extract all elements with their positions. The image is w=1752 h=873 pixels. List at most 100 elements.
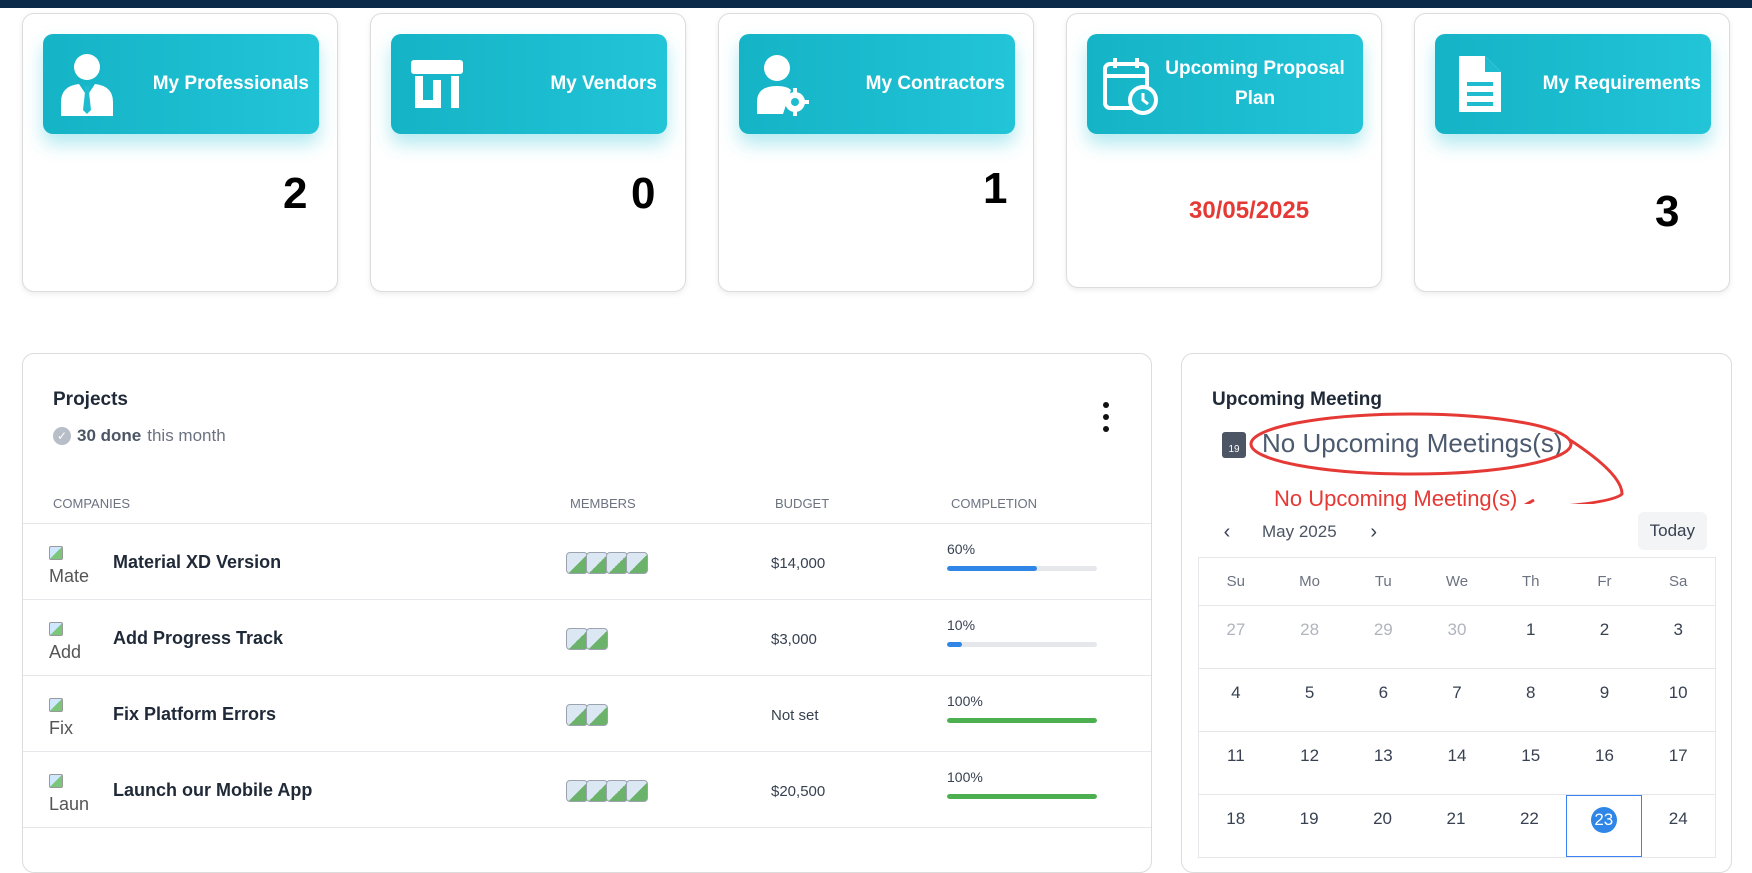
project-budget: Not set	[771, 707, 819, 724]
calendar-day[interactable]: 30	[1420, 606, 1494, 668]
calendar-day[interactable]: 20	[1346, 795, 1419, 857]
more-options-icon[interactable]	[1101, 402, 1111, 432]
completion-bar	[947, 718, 1097, 723]
stat-title: My Requirements	[1542, 73, 1701, 94]
user-gear-icon	[757, 55, 809, 116]
calendar-day[interactable]: 16	[1568, 732, 1642, 794]
calendar-day[interactable]: 1	[1494, 606, 1568, 668]
member-avatar[interactable]	[606, 780, 628, 802]
calendar-day[interactable]: 2	[1568, 606, 1642, 668]
calendar-day[interactable]: 28	[1273, 606, 1347, 668]
company-logo: Add	[49, 616, 89, 662]
company-logo: Laun	[49, 768, 89, 814]
member-avatar[interactable]	[566, 704, 588, 726]
chevron-right-icon[interactable]: ›	[1359, 521, 1389, 544]
project-budget: $14,000	[771, 555, 826, 572]
stat-card-proposal-plan[interactable]: Upcoming Proposal Plan 30/05/2025	[1066, 13, 1382, 288]
stat-value: 2	[283, 169, 308, 218]
weekday-label: Fr	[1597, 573, 1612, 590]
calendar-day[interactable]: 6	[1346, 669, 1420, 731]
project-budget: $3,000	[771, 631, 817, 648]
calendar-grid: Su Mo Tu We Th Fr Sa 27 28 29 30 1 2 3 4 5 6 7 8 9 10 11 12 13 1…	[1198, 557, 1716, 858]
calendar-clock-icon	[1103, 58, 1158, 115]
calendar-day[interactable]: 3	[1641, 606, 1715, 668]
table-row[interactable]: Fix Fix Platform Errors Not set 100%	[23, 676, 1151, 752]
stat-header: My Requirements	[1435, 34, 1711, 134]
completion-bar-fill	[947, 794, 1097, 799]
project-name[interactable]: Add Progress Track	[113, 628, 283, 649]
calendar-day[interactable]: 17	[1641, 732, 1715, 794]
calendar-day[interactable]: 29	[1346, 606, 1420, 668]
stat-value: 0	[631, 169, 656, 218]
annotation-text: No Upcoming Meeting(s)	[1274, 486, 1518, 511]
calendar-day[interactable]: 12	[1273, 732, 1347, 794]
project-name[interactable]: Launch our Mobile App	[113, 780, 312, 801]
professional-icon	[61, 54, 113, 116]
stat-value: 1	[983, 164, 1008, 213]
calendar-day[interactable]: 9	[1568, 669, 1642, 731]
column-header-companies: COMPANIES	[53, 496, 131, 511]
store-icon	[411, 60, 463, 108]
member-avatar[interactable]	[586, 704, 608, 726]
check-circle-icon: ✓	[53, 427, 71, 445]
table-row[interactable]: Laun Launch our Mobile App $20,500 100%	[23, 752, 1151, 828]
calendar-day[interactable]: 14	[1420, 732, 1494, 794]
completion-bar	[947, 642, 1097, 647]
weekday-label: Sa	[1668, 573, 1688, 590]
calendar-day[interactable]: 19	[1272, 795, 1345, 857]
stat-title: My Vendors	[550, 73, 657, 94]
calendar-day[interactable]: 18	[1199, 795, 1272, 857]
member-avatar[interactable]	[566, 552, 588, 574]
project-name[interactable]: Fix Platform Errors	[113, 704, 276, 725]
calendar-day-today[interactable]: 23	[1566, 795, 1642, 857]
member-avatar[interactable]	[626, 780, 648, 802]
stat-card-contractors[interactable]: My Contractors 1	[718, 13, 1034, 292]
calendar-day[interactable]: 22	[1493, 795, 1566, 857]
calendar-day[interactable]: 8	[1494, 669, 1568, 731]
today-button[interactable]: Today	[1637, 512, 1707, 550]
member-avatar[interactable]	[626, 552, 648, 574]
calendar-day[interactable]: 24	[1642, 795, 1715, 857]
stat-card-requirements[interactable]: My Requirements 3	[1414, 13, 1730, 292]
member-avatar[interactable]	[566, 780, 588, 802]
stat-card-vendors[interactable]: My Vendors 0	[370, 13, 686, 292]
members-avatars	[566, 780, 648, 802]
calendar-day[interactable]: 21	[1419, 795, 1492, 857]
projects-card: Projects ✓ 30 done this month COMPANIES …	[22, 353, 1152, 873]
completion-bar-fill	[947, 566, 1037, 571]
member-avatar[interactable]	[566, 628, 588, 650]
project-name[interactable]: Material XD Version	[113, 552, 281, 573]
table-row[interactable]: Mate Material XD Version $14,000 60%	[23, 524, 1151, 600]
top-nav-bar	[0, 0, 1752, 8]
calendar-day[interactable]: 5	[1273, 669, 1347, 731]
calendar-day[interactable]: 10	[1641, 669, 1715, 731]
calendar-nav: ‹ May 2025 › Today	[1212, 512, 1707, 552]
completion-bar-fill	[947, 642, 962, 647]
stat-card-professionals[interactable]: My Professionals 2	[22, 13, 338, 292]
completion-percent: 100%	[947, 769, 983, 785]
table-header: COMPANIES MEMBERS BUDGET COMPLETION	[23, 474, 1151, 524]
upcoming-meeting-card: Upcoming Meeting 19 No Upcoming Meetings…	[1181, 353, 1732, 873]
member-avatar[interactable]	[586, 628, 608, 650]
calendar-day[interactable]: 13	[1346, 732, 1420, 794]
calendar-day[interactable]: 27	[1199, 606, 1273, 668]
stat-header: Upcoming Proposal Plan	[1087, 34, 1363, 134]
chevron-left-icon[interactable]: ‹	[1212, 521, 1242, 544]
stat-header: My Vendors	[391, 34, 667, 134]
member-avatar[interactable]	[586, 552, 608, 574]
calendar-day[interactable]: 7	[1420, 669, 1494, 731]
members-avatars	[566, 704, 608, 726]
done-count: 30 done	[77, 426, 142, 445]
table-row[interactable]: Add Add Progress Track $3,000 10%	[23, 600, 1151, 676]
member-avatar[interactable]	[606, 552, 628, 574]
member-avatar[interactable]	[586, 780, 608, 802]
calendar-day[interactable]: 4	[1199, 669, 1273, 731]
completion-percent: 10%	[947, 617, 976, 633]
stat-title: My Contractors	[865, 73, 1005, 94]
calendar-day[interactable]: 15	[1494, 732, 1568, 794]
calendar-day[interactable]: 11	[1199, 732, 1273, 794]
company-logo: Mate	[49, 540, 89, 586]
weekday-label: Su	[1226, 573, 1246, 590]
stat-value: 3	[1655, 187, 1680, 236]
weekday-label: We	[1445, 573, 1469, 590]
